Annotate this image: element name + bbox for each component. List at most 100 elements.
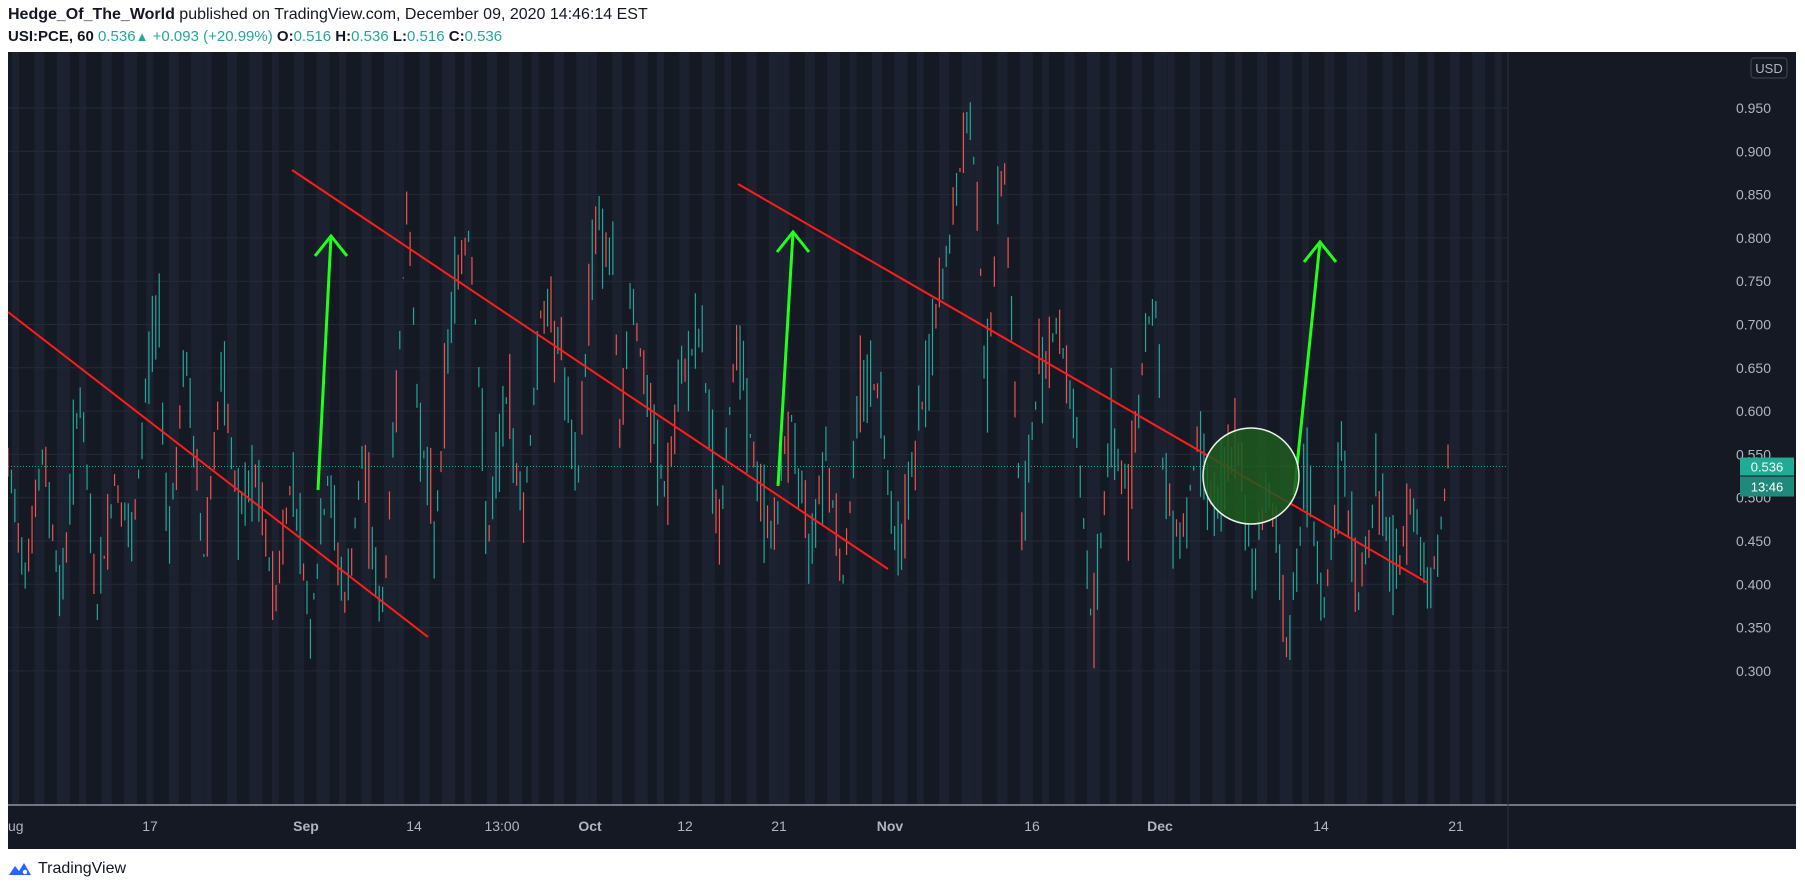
session-stripe xyxy=(1302,52,1309,813)
session-stripe xyxy=(1405,52,1418,813)
publish-line: Hedge_Of_The_World published on TradingV… xyxy=(8,6,648,24)
session-stripe xyxy=(271,52,279,813)
session-stripe xyxy=(124,52,137,813)
session-stripe xyxy=(1427,52,1435,813)
session-stripe xyxy=(1494,52,1502,813)
price-change: +0.093 (+20.99%) xyxy=(152,28,273,45)
session-stripe xyxy=(146,52,154,813)
session-stripe xyxy=(1324,52,1335,813)
y-tick-label: 0.950 xyxy=(1736,100,1771,116)
session-stripe xyxy=(1019,52,1033,813)
last-price: 0.536 xyxy=(98,28,136,45)
y-tick-label: 0.850 xyxy=(1736,187,1771,203)
publish-info: published on TradingView.com, December 0… xyxy=(179,6,648,23)
session-stripe xyxy=(554,52,564,813)
session-stripe xyxy=(168,52,179,813)
session-stripe xyxy=(397,52,405,813)
currency-label: USD xyxy=(1755,61,1782,76)
y-tick-label: 0.800 xyxy=(1736,230,1771,246)
session-stripe xyxy=(1449,52,1460,813)
x-tick-label: 21 xyxy=(1448,818,1464,834)
author-name[interactable]: Hedge_Of_The_World xyxy=(8,6,175,23)
session-stripe xyxy=(1042,52,1050,813)
symbol-name: USI:PCE, 60 xyxy=(8,28,94,45)
session-stripe xyxy=(724,52,732,813)
price-chart[interactable]: 0.950 0.900 0.850 0.800 0.750 0.700 0.650 0.600… xyxy=(8,52,1796,849)
highlight-circle xyxy=(1202,427,1300,525)
session-stripe xyxy=(1382,52,1393,813)
session-stripe xyxy=(361,52,372,813)
symbol-line: USI:PCE, 60 0.536▲ +0.093 (+20.99%) O:0.… xyxy=(8,28,502,45)
session-stripe xyxy=(576,52,590,813)
x-tick-label: Dec xyxy=(1147,818,1173,834)
y-tick-label: 0.600 xyxy=(1736,403,1771,419)
session-stripe xyxy=(464,52,472,813)
y-tick-label: 0.700 xyxy=(1736,317,1771,333)
y-tick-label: 0.300 xyxy=(1736,663,1771,679)
last-price-labels: 0.536 13:46 xyxy=(1740,457,1794,497)
session-stripe xyxy=(204,52,212,813)
session-stripe xyxy=(1212,52,1226,813)
footer-brand-label: TradingView xyxy=(38,860,127,877)
y-tick-label: 0.750 xyxy=(1736,273,1771,289)
session-stripe xyxy=(383,52,397,813)
x-tick-label: 21 xyxy=(771,818,787,834)
session-stripe xyxy=(79,52,87,813)
session-stripe xyxy=(294,52,305,813)
x-tick-label: 14 xyxy=(1313,818,1329,834)
close-value: 0.536 xyxy=(464,28,503,45)
session-stripe xyxy=(419,52,430,813)
session-stripe xyxy=(34,52,45,813)
high-label: H: xyxy=(335,28,352,45)
session-stripe xyxy=(1154,52,1168,813)
up-triangle-icon: ▲ xyxy=(135,29,149,44)
session-stripe xyxy=(746,52,757,813)
session-stripe xyxy=(486,52,497,813)
session-stripe xyxy=(249,52,263,813)
x-tick-label: 16 xyxy=(1024,818,1040,834)
session-stripe xyxy=(56,52,70,813)
x-tick-label: 12 xyxy=(677,818,693,834)
session-stripe xyxy=(1346,52,1360,813)
session-stripe xyxy=(827,52,841,813)
session-stripe xyxy=(1279,52,1293,813)
x-tick-label: ug xyxy=(8,818,24,834)
session-stripe xyxy=(612,52,623,813)
session-stripe xyxy=(191,52,205,813)
x-tick-label: 13:00 xyxy=(484,818,519,834)
high-value: 0.536 xyxy=(351,28,389,45)
footer-brand[interactable]: TradingView xyxy=(8,860,126,878)
open-label: O: xyxy=(276,28,294,45)
y-tick-label: 0.400 xyxy=(1736,576,1771,592)
session-stripe xyxy=(634,52,648,813)
session-stripe xyxy=(1109,52,1117,813)
chart-panel[interactable]: 0.950 0.900 0.850 0.800 0.750 0.700 0.650 0.600… xyxy=(8,52,1796,849)
session-stripe xyxy=(1360,52,1368,813)
session-stripe xyxy=(975,52,982,813)
session-stripe xyxy=(1472,52,1486,813)
countdown-tag: 13:46 xyxy=(1751,480,1784,495)
x-tick-label: Sep xyxy=(293,818,319,834)
x-tick-label: 17 xyxy=(142,818,158,834)
session-stripe xyxy=(12,52,19,813)
y-tick-label: 0.900 xyxy=(1736,143,1771,159)
session-stripe xyxy=(339,52,346,813)
session-stripe xyxy=(531,52,539,813)
close-label: C: xyxy=(448,28,465,45)
y-tick-label: 0.650 xyxy=(1736,360,1771,376)
low-value: 0.516 xyxy=(407,28,445,45)
session-stripe xyxy=(316,52,330,813)
session-stripe xyxy=(101,52,112,813)
session-stripe xyxy=(916,52,924,813)
x-tick-label: 14 xyxy=(406,818,422,834)
session-stripe xyxy=(1087,52,1100,813)
x-tick-label: Nov xyxy=(877,818,904,834)
low-label: L: xyxy=(392,28,408,45)
session-stripe xyxy=(804,52,815,813)
session-stripe xyxy=(1190,52,1200,813)
tradingview-logo-icon xyxy=(9,863,31,875)
session-stripe xyxy=(849,52,857,813)
session-stripe xyxy=(894,52,908,813)
session-stripe xyxy=(509,52,523,813)
session-stripe xyxy=(589,52,597,813)
